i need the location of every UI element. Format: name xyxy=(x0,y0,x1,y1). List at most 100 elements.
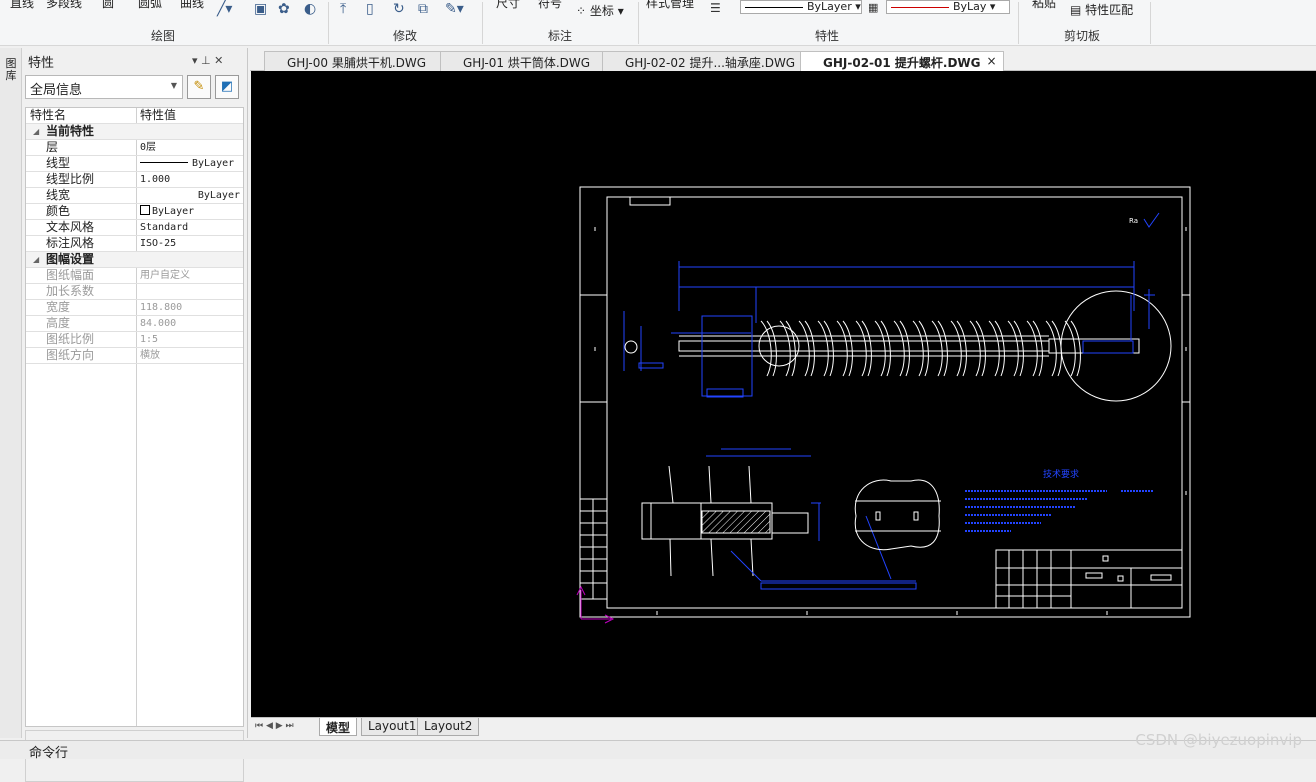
property-value-text: Standard xyxy=(140,222,189,233)
property-row[interactable]: 线型比例 1.000 xyxy=(26,172,243,188)
property-name: 文本风格 xyxy=(46,220,95,234)
library-strip[interactable]: 图库 xyxy=(0,48,22,738)
property-row: 高度 84.000 xyxy=(26,316,243,332)
property-value-text: ByLayer xyxy=(192,158,235,169)
symbol-tool[interactable]: 符号 xyxy=(538,0,562,11)
flight-curve xyxy=(1007,320,1024,377)
ucs-icon xyxy=(576,585,615,624)
line-draw-icon[interactable]: ╱▾ xyxy=(217,1,232,17)
properties-panel: 图库 特性 ▾ ⊥ ✕ 全局信息 ▼ ✎ ◩ 特性名 特性值 ◢ 当前特性层 0层线… xyxy=(0,48,248,782)
document-tabs: GHJ-00 果脯烘干机.DWG GHJ-01 烘干筒体.DWG GHJ-02-… xyxy=(250,48,1316,72)
library-label: 图库 xyxy=(5,57,17,82)
tab-ghj-02-02[interactable]: GHJ-02-02 提升...轴承座.DWG xyxy=(602,51,819,71)
pick-objects-button[interactable]: ✎ xyxy=(187,75,211,99)
property-value-text: 84.000 xyxy=(140,318,177,329)
property-row[interactable]: 线型 ByLayer xyxy=(26,156,243,172)
flight-curve xyxy=(836,320,853,377)
close-icon[interactable]: × xyxy=(986,54,996,68)
group-label-annotate: 标注 xyxy=(548,29,573,43)
property-value-text: 横放 xyxy=(140,350,160,361)
linetype-select[interactable]: ByLayer ▾ xyxy=(740,0,862,14)
property-value-text: ByLayer xyxy=(197,190,240,201)
section-view-left xyxy=(641,465,809,577)
watermark: CSDN @biyezuopinvip xyxy=(1135,731,1302,749)
property-value: ByLayer xyxy=(140,188,240,203)
group-separator xyxy=(638,2,639,44)
property-value-text: ByLayer xyxy=(152,206,195,217)
collapse-icon[interactable]: ◢ xyxy=(33,124,39,139)
property-row[interactable]: 文本风格 Standard xyxy=(26,220,243,236)
tab-ghj-01[interactable]: GHJ-01 烘干筒体.DWG xyxy=(440,51,614,71)
flight-curve xyxy=(874,320,891,377)
color-select[interactable]: ByLay ▾ xyxy=(886,0,1010,14)
property-name: 宽度 xyxy=(46,300,71,314)
hatch-icon[interactable]: ✿ xyxy=(278,1,290,17)
scope-select[interactable]: 全局信息 ▼ xyxy=(25,75,183,99)
circle-tool[interactable]: 圆 xyxy=(102,0,114,11)
tab-ghj-02-01[interactable]: GHJ-02-01 提升螺杆.DWG × xyxy=(800,51,1004,72)
property-row: 加长系数 xyxy=(26,284,243,300)
tab-layout2[interactable]: Layout2 xyxy=(417,718,480,736)
property-name: 颜色 xyxy=(46,204,71,218)
property-value-text: ISO-25 xyxy=(140,238,177,249)
rect-icon[interactable]: ▣ xyxy=(254,1,267,17)
property-value: ByLayer xyxy=(140,156,234,171)
collapse-icon[interactable]: ◢ xyxy=(33,252,39,267)
property-row[interactable]: 颜色 ByLayer xyxy=(26,204,243,220)
drawing-canvas[interactable]: 技术要求 Ra xyxy=(251,71,1316,717)
group-separator xyxy=(1150,2,1151,44)
arc-tool[interactable]: 圆弧 xyxy=(138,0,162,11)
property-name: 线型 xyxy=(46,156,71,170)
property-category[interactable]: ◢ 图幅设置 xyxy=(26,252,243,268)
property-value: 0层 xyxy=(140,140,156,155)
tab-label: GHJ-01 烘干筒体.DWG xyxy=(463,56,591,70)
left-title-strip xyxy=(579,498,608,600)
document-icon[interactable]: ▯ xyxy=(366,1,374,17)
property-value: ISO-25 xyxy=(140,236,176,251)
tab-model[interactable]: 模型 xyxy=(319,718,358,736)
property-category[interactable]: ◢ 当前特性 xyxy=(26,124,243,140)
coordinate-tool[interactable]: ⁘ 坐标 ▾ xyxy=(576,2,624,19)
polyline-tool[interactable]: 多段线 xyxy=(46,0,82,11)
quick-select-button[interactable]: ◩ xyxy=(215,75,239,99)
screw-main-view xyxy=(624,290,1172,402)
panel-controls[interactable]: ▾ ⊥ ✕ xyxy=(192,54,223,67)
layout-nav-arrows[interactable]: ⏮ ◀ ▶ ⏭ xyxy=(255,721,294,731)
flight-curve xyxy=(1064,320,1081,377)
tab-layout1[interactable]: Layout1 xyxy=(361,718,424,736)
roughness-label: Ra xyxy=(1129,217,1138,225)
lineweight-icon[interactable]: ☰ xyxy=(710,1,721,15)
curve-tool[interactable]: 曲线 xyxy=(180,0,204,11)
property-value: 用户自定义 xyxy=(140,268,190,283)
tab-label: GHJ-02-01 提升螺杆.DWG xyxy=(823,56,981,70)
command-line[interactable]: 命令行 xyxy=(0,740,1316,761)
flight-curve xyxy=(912,320,929,377)
array-icon[interactable]: ⧉ xyxy=(418,1,428,17)
property-value-text: 118.800 xyxy=(140,302,183,313)
group-separator xyxy=(482,2,483,44)
pencil-icon: ✎ xyxy=(193,79,205,94)
flight-curve xyxy=(1045,320,1062,377)
property-value-text: 0层 xyxy=(140,142,157,153)
property-row[interactable]: 层 0层 xyxy=(26,140,243,156)
color-icon[interactable]: ▦ xyxy=(868,1,878,14)
col-header-value: 特性值 xyxy=(140,108,177,122)
paste-button[interactable]: 粘贴 xyxy=(1032,0,1056,11)
coordinate-label: 坐标 xyxy=(589,4,614,18)
stretch-icon[interactable]: ⤒ xyxy=(340,1,346,17)
edit-icon[interactable]: ✎▾ xyxy=(445,1,464,17)
linetype-value: ByLayer xyxy=(807,0,852,13)
cad-drawing: 技术要求 Ra xyxy=(576,186,1191,624)
chevron-down-icon: ▼ xyxy=(170,81,177,90)
color-value: ByLay xyxy=(953,0,987,13)
rotate-icon[interactable]: ↻ xyxy=(393,1,405,17)
flight-curve xyxy=(893,320,910,377)
property-row[interactable]: 标注风格 ISO-25 xyxy=(26,236,243,252)
dimension-tool[interactable]: 尺寸 xyxy=(496,0,520,11)
line-tool[interactable]: 直线 xyxy=(10,0,34,11)
style-manager[interactable]: 样式管理 xyxy=(646,0,694,11)
property-row[interactable]: 线宽 ByLayer xyxy=(26,188,243,204)
region-icon[interactable]: ◐ xyxy=(304,1,316,17)
tab-ghj-00[interactable]: GHJ-00 果脯烘干机.DWG xyxy=(264,51,450,71)
match-properties-button[interactable]: ▤ 特性匹配 xyxy=(1070,1,1133,18)
